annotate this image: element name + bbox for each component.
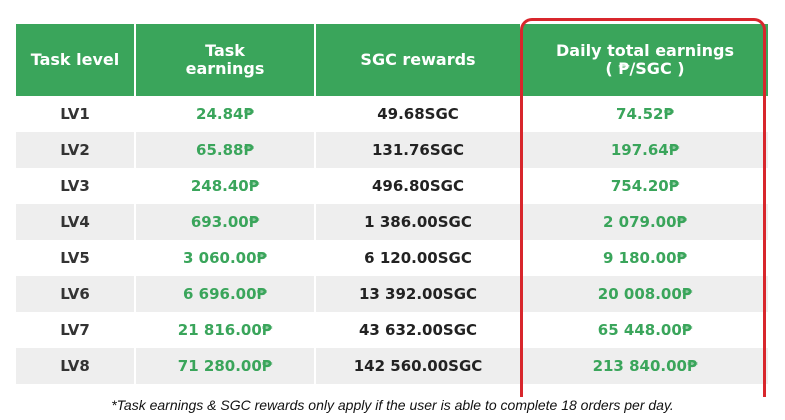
table-row: LV3 248.40₱ 496.80SGC 754.20₱ (16, 168, 768, 204)
header-daily-total: Daily total earnings ( ₱/SGC ) (522, 24, 768, 96)
cell-daily-total: 213 840.00₱ (522, 348, 768, 384)
cell-daily-total: 197.64₱ (522, 132, 768, 168)
header-task-level: Task level (16, 24, 136, 96)
table-row: LV7 21 816.00₱ 43 632.00SGC 65 448.00₱ (16, 312, 768, 348)
cell-level: LV7 (16, 312, 136, 348)
footnote: *Task earnings & SGC rewards only apply … (0, 397, 785, 413)
cell-level: LV6 (16, 276, 136, 312)
cell-level: LV1 (16, 96, 136, 132)
cell-sgc-rewards: 6 120.00SGC (316, 240, 522, 276)
table-row: LV4 693.00₱ 1 386.00SGC 2 079.00₱ (16, 204, 768, 240)
cell-sgc-rewards: 496.80SGC (316, 168, 522, 204)
cell-daily-total: 65 448.00₱ (522, 312, 768, 348)
cell-daily-total: 754.20₱ (522, 168, 768, 204)
table-row: LV6 6 696.00₱ 13 392.00SGC 20 008.00₱ (16, 276, 768, 312)
table-body: LV1 24.84₱ 49.68SGC 74.52₱ LV2 65.88₱ 13… (16, 96, 768, 384)
table-row: LV5 3 060.00₱ 6 120.00SGC 9 180.00₱ (16, 240, 768, 276)
cell-level: LV4 (16, 204, 136, 240)
header-row: Task level Task earnings SGC rewards Dai… (16, 24, 768, 96)
cell-level: LV5 (16, 240, 136, 276)
cell-task-earnings: 248.40₱ (136, 168, 316, 204)
cell-sgc-rewards: 131.76SGC (316, 132, 522, 168)
cell-daily-total: 74.52₱ (522, 96, 768, 132)
header-sgc-rewards: SGC rewards (316, 24, 522, 96)
header-daily-total-line2: ( ₱/SGC ) (605, 59, 685, 78)
cell-task-earnings: 3 060.00₱ (136, 240, 316, 276)
cell-level: LV2 (16, 132, 136, 168)
header-task-level-label: Task level (30, 50, 120, 69)
table-row: LV2 65.88₱ 131.76SGC 197.64₱ (16, 132, 768, 168)
cell-level: LV8 (16, 348, 136, 384)
table-row: LV8 71 280.00₱ 142 560.00SGC 213 840.00₱ (16, 348, 768, 384)
table-header: Task level Task earnings SGC rewards Dai… (16, 24, 768, 96)
cell-daily-total: 2 079.00₱ (522, 204, 768, 240)
header-daily-total-line1: Daily total earnings (556, 41, 734, 60)
header-sgc-rewards-label: SGC rewards (360, 50, 476, 69)
cell-sgc-rewards: 43 632.00SGC (316, 312, 522, 348)
cell-daily-total: 20 008.00₱ (522, 276, 768, 312)
header-task-earnings-line2: earnings (185, 59, 265, 78)
page: Task level Task earnings SGC rewards Dai… (0, 0, 785, 420)
cell-task-earnings: 6 696.00₱ (136, 276, 316, 312)
cell-sgc-rewards: 13 392.00SGC (316, 276, 522, 312)
header-task-earnings: Task earnings (136, 24, 316, 96)
cell-sgc-rewards: 142 560.00SGC (316, 348, 522, 384)
cell-task-earnings: 71 280.00₱ (136, 348, 316, 384)
table-row: LV1 24.84₱ 49.68SGC 74.52₱ (16, 96, 768, 132)
header-task-earnings-line1: Task (205, 41, 245, 60)
earnings-table: Task level Task earnings SGC rewards Dai… (16, 24, 768, 384)
cell-task-earnings: 65.88₱ (136, 132, 316, 168)
cell-task-earnings: 24.84₱ (136, 96, 316, 132)
cell-daily-total: 9 180.00₱ (522, 240, 768, 276)
cell-sgc-rewards: 49.68SGC (316, 96, 522, 132)
cell-task-earnings: 693.00₱ (136, 204, 316, 240)
cell-level: LV3 (16, 168, 136, 204)
cell-task-earnings: 21 816.00₱ (136, 312, 316, 348)
cell-sgc-rewards: 1 386.00SGC (316, 204, 522, 240)
